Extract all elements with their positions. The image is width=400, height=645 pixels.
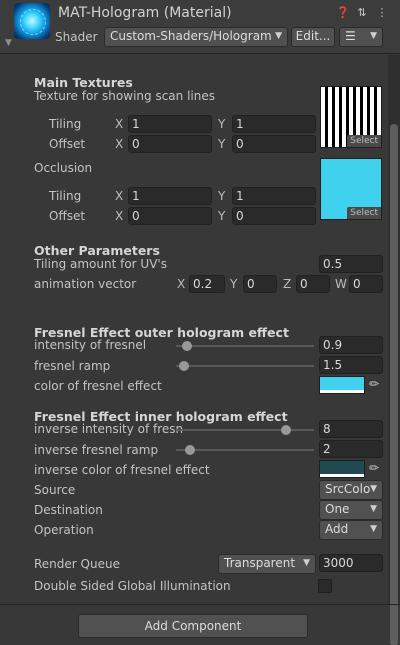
alpha-bar <box>320 390 364 393</box>
occlusion-label: Occlusion <box>34 161 93 175</box>
occlusion-offset-y-label: Y <box>218 209 226 223</box>
other-parameters-heading: Other Parameters <box>34 243 160 258</box>
divider <box>0 604 400 605</box>
inner-ramp-slider-track[interactable] <box>176 449 314 451</box>
anim-x-field[interactable]: 0.2 <box>189 275 225 293</box>
operation-label: Operation <box>34 523 94 537</box>
chevron-down-icon: ▼ <box>370 484 377 494</box>
outer-intensity-field[interactable]: 0.9 <box>319 336 383 354</box>
alpha-bar <box>320 474 364 477</box>
scan-tiling-x-label: X <box>115 117 124 131</box>
occlusion-tiling-x-field[interactable]: 1 <box>128 187 212 205</box>
inner-intensity-slider-track[interactable] <box>176 429 314 431</box>
eyedropper-icon[interactable]: ✏ <box>366 377 382 395</box>
occlusion-tiling-x-label: X <box>115 189 124 203</box>
occlusion-texture-slot[interactable]: Select <box>320 158 382 220</box>
render-queue-label: Render Queue <box>34 557 120 571</box>
shader-dropdown-value: Custom-Shaders/Hologram <box>110 29 272 43</box>
chevron-down-icon: ▼ <box>275 31 282 41</box>
add-component-button[interactable]: Add Component <box>78 614 308 638</box>
inner-color-swatch[interactable] <box>319 460 365 478</box>
foldout-arrow-icon[interactable]: ▼ <box>5 38 12 48</box>
texture-select-button[interactable]: Select <box>347 207 381 219</box>
dsgi-checkbox[interactable] <box>318 579 332 593</box>
scan-tiling-y-field[interactable]: 1 <box>232 115 316 133</box>
occlusion-tiling-y-field[interactable]: 1 <box>232 187 316 205</box>
render-queue-field[interactable]: 3000 <box>319 554 383 572</box>
outer-intensity-label: intensity of fresnel <box>34 338 147 352</box>
scan-tiling-label: Tiling <box>49 117 82 131</box>
scan-offset-x-label: X <box>115 137 124 151</box>
preset-icon[interactable]: ⇅ <box>356 6 368 19</box>
chevron-down-icon: ▼ <box>370 524 377 534</box>
inner-ramp-label: inverse fresnel ramp <box>34 443 159 457</box>
anim-x-label: X <box>177 277 186 291</box>
occlusion-tiling-y-label: Y <box>218 189 226 203</box>
source-dropdown-value: SrcColo <box>325 482 371 496</box>
texture-select-button[interactable]: Select <box>347 135 381 147</box>
inner-intensity-label: inverse intensity of fresn <box>34 422 184 436</box>
more-menu-icon[interactable]: ⋮ <box>376 6 388 19</box>
operation-dropdown[interactable]: Add ▼ <box>319 520 383 540</box>
shader-menu-dropdown[interactable]: ☰ ▼ <box>339 27 383 47</box>
anim-y-field[interactable]: 0 <box>243 275 277 293</box>
scan-offset-x-field[interactable]: 0 <box>128 135 212 153</box>
outer-color-label: color of fresnel effect <box>34 379 162 393</box>
dsgi-label: Double Sided Global Illumination <box>34 579 231 593</box>
source-label: Source <box>34 483 76 497</box>
outer-intensity-slider-handle[interactable] <box>182 341 193 351</box>
scan-lines-texture-label: Texture for showing scan lines <box>34 89 215 103</box>
tiling-uv-field[interactable]: 0.5 <box>319 255 383 273</box>
anim-z-field[interactable]: 0 <box>296 275 330 293</box>
list-icon: ☰ <box>345 29 356 43</box>
inner-ramp-slider-handle[interactable] <box>184 445 195 455</box>
destination-dropdown-value: One <box>325 502 350 516</box>
scan-offset-y-field[interactable]: 0 <box>232 135 316 153</box>
help-icon[interactable]: ❓ <box>336 6 350 19</box>
scan-lines-texture-slot[interactable]: Select <box>320 86 382 148</box>
destination-label: Destination <box>34 503 103 517</box>
eyedropper-icon[interactable]: ✏ <box>366 461 382 479</box>
outer-intensity-slider-track[interactable] <box>176 345 314 347</box>
anim-z-label: Z <box>283 277 292 291</box>
chevron-down-icon: ▼ <box>370 504 377 514</box>
scrollbar-thumb[interactable] <box>390 124 398 645</box>
anim-y-label: Y <box>230 277 238 291</box>
inner-color-label: inverse color of fresnel effect <box>34 463 210 477</box>
material-header: ▼ MAT-Hologram (Material) ❓ ⇅ ⋮ Shader C… <box>0 0 400 54</box>
edit-shader-button[interactable]: Edit... <box>291 27 335 47</box>
anim-w-field[interactable]: 0 <box>349 275 383 293</box>
inner-ramp-field[interactable]: 2 <box>319 440 383 458</box>
animation-vector-label: animation vector <box>34 277 137 291</box>
source-dropdown[interactable]: SrcColo ▼ <box>319 480 383 500</box>
chevron-down-icon: ▼ <box>303 558 310 568</box>
outer-ramp-label: fresnel ramp <box>34 359 111 373</box>
inner-intensity-field[interactable]: 8 <box>319 420 383 438</box>
main-textures-heading: Main Textures <box>34 75 133 90</box>
scan-offset-label: Offset <box>49 137 86 151</box>
scan-offset-y-label: Y <box>218 137 226 151</box>
occlusion-offset-x-label: X <box>115 209 124 223</box>
shader-dropdown[interactable]: Custom-Shaders/Hologram ▼ <box>104 27 288 47</box>
tiling-uv-label: Tiling amount for UV's <box>34 257 167 271</box>
material-preview-thumbnail[interactable] <box>14 3 50 39</box>
scan-tiling-y-label: Y <box>218 117 226 131</box>
occlusion-offset-y-field[interactable]: 0 <box>232 207 316 225</box>
shader-label: Shader <box>55 30 98 44</box>
occlusion-tiling-label: Tiling <box>49 189 82 203</box>
outer-ramp-field[interactable]: 1.5 <box>319 356 383 374</box>
operation-dropdown-value: Add <box>325 522 349 536</box>
scan-tiling-x-field[interactable]: 1 <box>128 115 212 133</box>
render-queue-dropdown[interactable]: Transparent ▼ <box>218 554 316 574</box>
material-title: MAT-Hologram (Material) <box>58 5 232 21</box>
chevron-down-icon: ▼ <box>370 31 377 41</box>
anim-w-label: W <box>335 277 347 291</box>
destination-dropdown[interactable]: One ▼ <box>319 500 383 520</box>
occlusion-offset-label: Offset <box>49 209 86 223</box>
outer-color-swatch[interactable] <box>319 376 365 394</box>
outer-ramp-slider-track[interactable] <box>176 365 314 367</box>
render-queue-mode: Transparent <box>224 556 296 570</box>
header-icons: ❓ ⇅ ⋮ <box>336 6 388 19</box>
occlusion-offset-x-field[interactable]: 0 <box>128 207 212 225</box>
